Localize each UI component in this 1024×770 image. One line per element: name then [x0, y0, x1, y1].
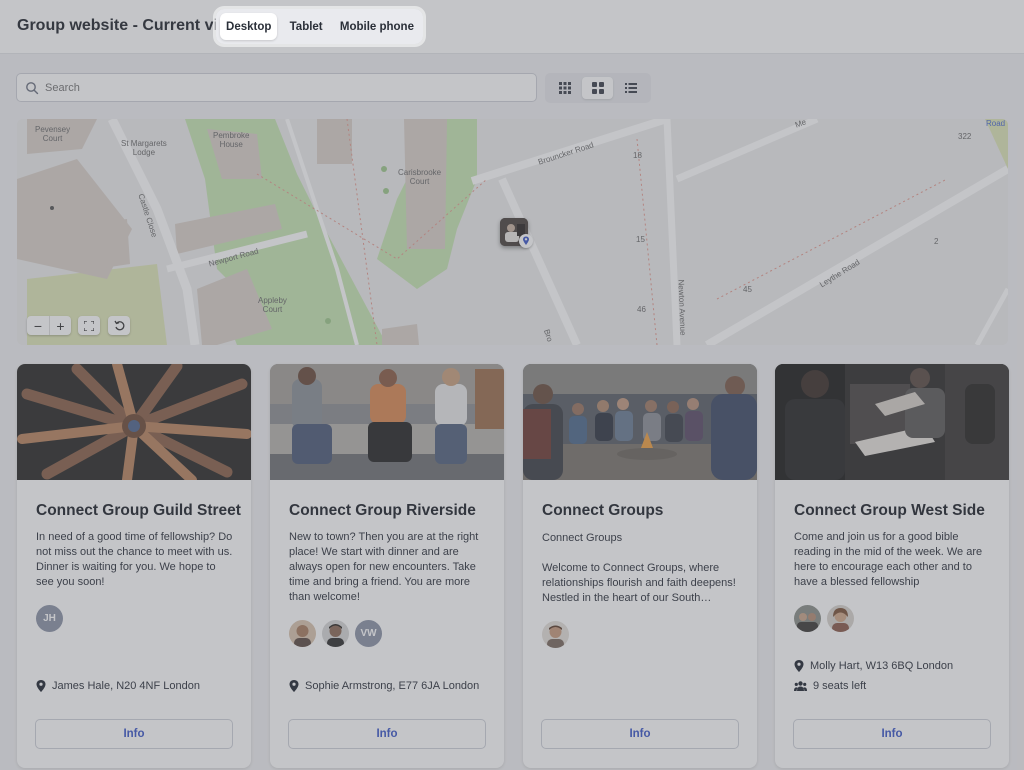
- map-label-322: 322: [958, 132, 972, 141]
- location-pin-icon: [519, 234, 533, 248]
- member-avatar: [542, 621, 569, 648]
- card-photo-friends: [270, 364, 504, 480]
- member-avatar: JH: [36, 605, 63, 632]
- map-label-15: 15: [636, 235, 645, 244]
- map-label-45: 45: [743, 285, 752, 294]
- card-location-text: Sophie Armstrong, E77 6JA London: [305, 680, 480, 692]
- grid-small-icon: [558, 82, 571, 94]
- card-photo-bible-reading: [775, 364, 1009, 480]
- header-bar: Group website - Current view: [0, 0, 1024, 54]
- info-button[interactable]: Info: [35, 719, 233, 749]
- group-card-connect-groups: Connect Groups Connect Groups Welcome to…: [523, 364, 757, 768]
- info-button[interactable]: Info: [793, 719, 991, 749]
- info-button[interactable]: Info: [541, 719, 739, 749]
- card-description: Come and join us for a good bible readin…: [794, 531, 983, 588]
- search-icon: [26, 82, 39, 95]
- card-members: [542, 621, 569, 648]
- card-location: James Hale, N20 4NF London: [36, 680, 200, 692]
- card-photo-hands: [17, 364, 251, 480]
- location-pin-icon: [36, 680, 46, 692]
- map-label-newton-avenue: Newton Avenue: [676, 279, 688, 336]
- list-icon: [624, 83, 637, 93]
- view-switcher: Desktop Tablet Mobile phone: [216, 9, 423, 44]
- view-desktop-button[interactable]: Desktop: [220, 13, 278, 40]
- grid-large-icon: [591, 82, 604, 94]
- card-location: Sophie Armstrong, E77 6JA London: [289, 680, 479, 692]
- map-label-st-margarets: St Margarets Lodge: [121, 139, 167, 157]
- card-title: Connect Groups: [542, 502, 664, 519]
- map-label-2: 2: [934, 237, 939, 246]
- search-input[interactable]: [45, 78, 525, 98]
- card-description: Welcome to Connect Groups, where relatio…: [542, 562, 736, 604]
- reset-icon: [113, 320, 124, 331]
- map-label-pevensey: Pevensey Court: [35, 125, 71, 143]
- member-avatar: VW: [355, 620, 382, 647]
- card-members: JH: [36, 605, 63, 632]
- card-location: Molly Hart, W13 6BQ London: [794, 660, 953, 672]
- fullscreen-button[interactable]: [78, 316, 100, 335]
- card-seats-text: 9 seats left: [813, 680, 867, 692]
- card-description: New to town? Then you are at the right p…: [289, 531, 479, 603]
- card-photo-campfire: [523, 364, 757, 480]
- view-tablet-button[interactable]: Tablet: [279, 13, 332, 40]
- zoom-in-button[interactable]: +: [49, 316, 71, 335]
- card-title: Connect Group West Side: [794, 502, 985, 519]
- card-members: [794, 605, 854, 632]
- layout-switch: [545, 73, 651, 103]
- map-label-pembroke: Pembroke House: [213, 131, 250, 149]
- card-title: Connect Group Riverside: [289, 502, 476, 519]
- grid-large-button[interactable]: [582, 77, 613, 99]
- member-avatar: [827, 605, 854, 632]
- search-box[interactable]: [16, 73, 537, 102]
- map-label-road: Road: [986, 119, 1006, 128]
- list-view-button[interactable]: [615, 77, 646, 99]
- card-location-text: Molly Hart, W13 6BQ London: [810, 660, 954, 672]
- member-avatar: [289, 620, 316, 647]
- location-pin-icon: [289, 680, 299, 692]
- grid-small-button[interactable]: [549, 77, 580, 99]
- member-avatar: [794, 605, 821, 632]
- zoom-controls: − +: [27, 316, 71, 335]
- fullscreen-icon: [84, 320, 94, 331]
- reset-view-button[interactable]: [108, 316, 130, 335]
- info-button[interactable]: Info: [288, 719, 486, 749]
- map-label-appleby: Appleby Court: [258, 296, 287, 314]
- map-label-carisbrooke: Carisbrooke Court: [398, 168, 442, 186]
- member-avatar: [322, 620, 349, 647]
- people-icon: [794, 681, 807, 691]
- location-pin-icon: [794, 660, 804, 672]
- card-seats: 9 seats left: [794, 680, 866, 692]
- map-label-46: 46: [637, 305, 646, 314]
- zoom-out-button[interactable]: −: [27, 316, 49, 335]
- view-mobile-button[interactable]: Mobile phone: [335, 13, 419, 40]
- page-title: Group website - Current view: [17, 17, 240, 34]
- card-subtitle: Connect Groups: [542, 532, 623, 544]
- card-title: Connect Group Guild Street: [36, 502, 241, 519]
- map-label-18: 18: [633, 151, 642, 160]
- card-location-text: James Hale, N20 4NF London: [52, 680, 200, 692]
- group-card-riverside: Connect Group Riverside New to town? The…: [270, 364, 504, 768]
- card-description: In need of a good time of fellowship? Do…: [36, 531, 233, 588]
- group-card-west-side: Connect Group West Side Come and join us…: [775, 364, 1009, 768]
- card-members: VW: [289, 620, 382, 647]
- group-card-guild-street: Connect Group Guild Street In need of a …: [17, 364, 251, 768]
